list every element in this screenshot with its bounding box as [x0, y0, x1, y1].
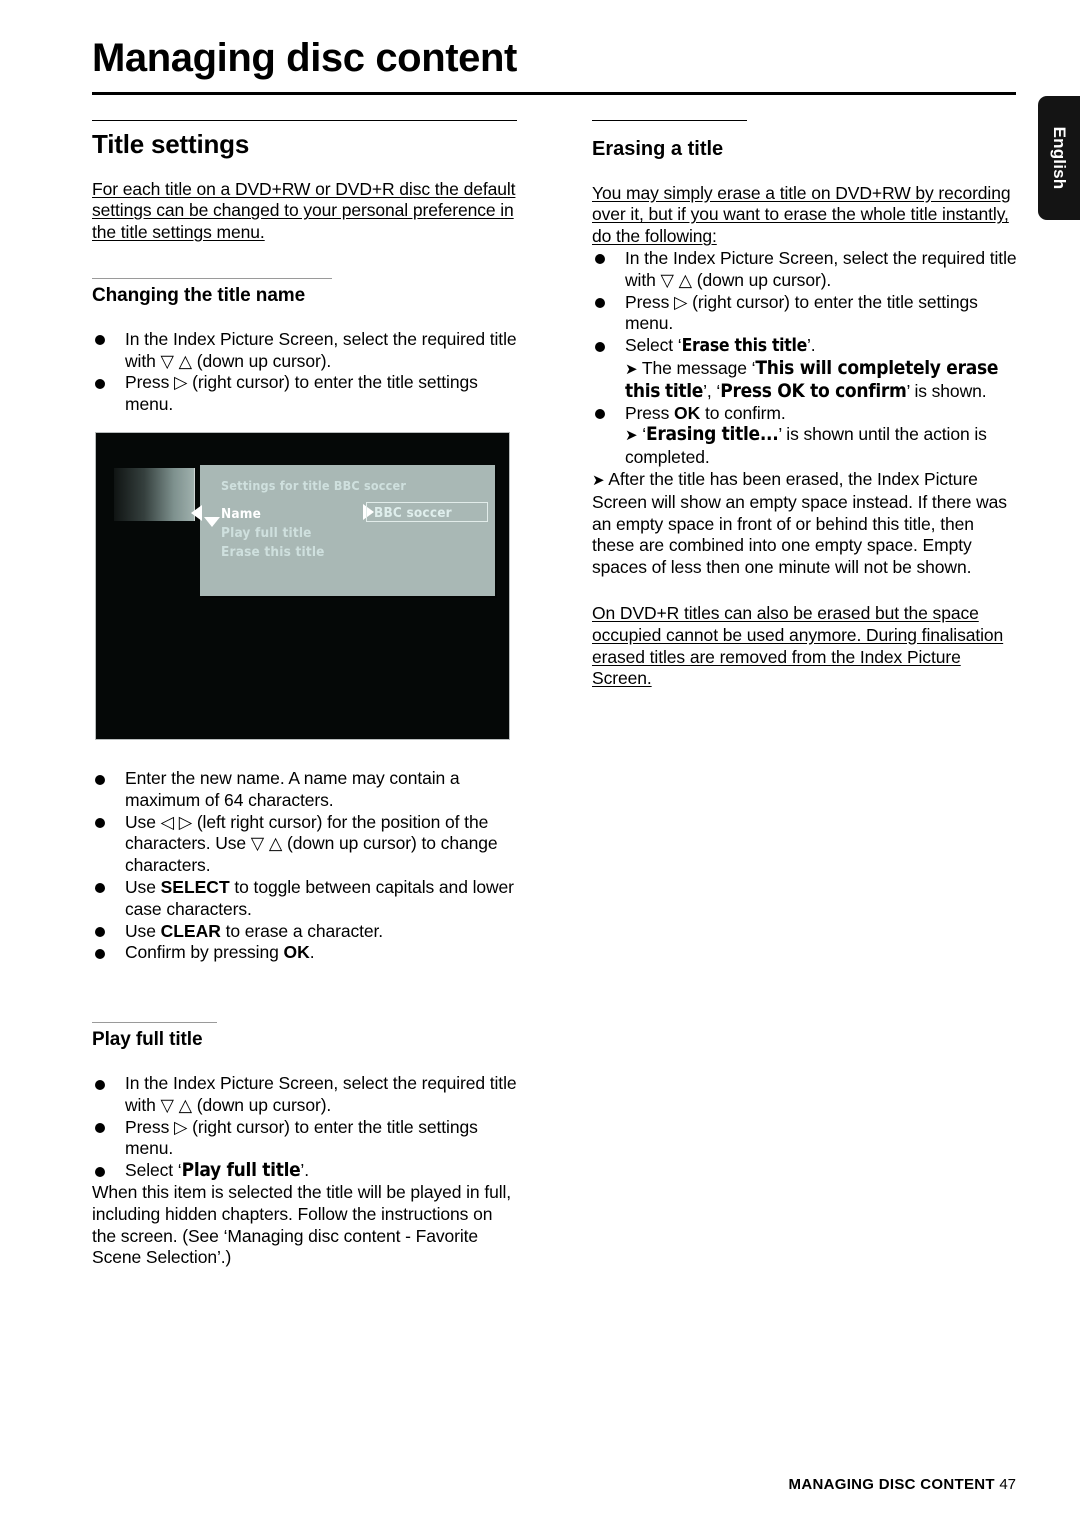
changing-name-rule — [92, 277, 332, 279]
manual-page: English Managing disc content Title sett… — [0, 0, 1080, 1528]
title-settings-menu-panel: Settings for title BBC soccer Name Play … — [191, 465, 495, 596]
title-settings-intro: For each title on a DVD+RW or DVD+R disc… — [92, 178, 516, 243]
menu-item-play-full-title[interactable]: Play full title — [221, 525, 312, 541]
osd-play-full-title: Play full title — [181, 1159, 301, 1182]
key-select: SELECT — [160, 876, 230, 897]
language-tab-label: English — [1050, 126, 1069, 190]
title-rule — [92, 92, 1016, 95]
erasing-closing: On DVD+R titles can also be erased but t… — [592, 602, 1004, 689]
result-arrow-icon: ➤ — [625, 360, 638, 378]
result-arrow-icon: ➤ — [625, 427, 638, 445]
osd-erasing-title: Erasing title... — [646, 423, 779, 446]
footer-page-number: 47 — [999, 1476, 1016, 1493]
key-ok-confirm: OK — [674, 402, 701, 423]
list-item: Select ‘Play full title’. — [92, 1159, 517, 1182]
footer: MANAGING DISC CONTENT 47 — [789, 1476, 1016, 1493]
erasing-steps: In the Index Picture Screen, select the … — [592, 248, 1017, 579]
list-item: In the Index Picture Screen, select the … — [92, 1073, 517, 1117]
list-item: Use ◁ ▷ (left right cursor) for the posi… — [92, 812, 517, 877]
list-item: Use CLEAR to erase a character. — [92, 921, 517, 943]
heading-changing-title-name: Changing the title name — [92, 284, 306, 306]
right-column: Erasing a title You may simply erase a t… — [592, 120, 1017, 690]
result-message-1: ➤ The message ‘This will completely eras… — [625, 356, 999, 402]
name-editing-steps: Enter the new name. A name may contain a… — [92, 768, 517, 964]
heading-play-full-title: Play full title — [92, 1029, 203, 1051]
play-full-title-closing: When this item is selected the title wil… — [92, 1182, 512, 1268]
down-arrow-icon — [204, 517, 220, 527]
list-item: Confirm by pressing OK. — [92, 942, 517, 964]
list-item: Press ▷ (right cursor) to enter the titl… — [592, 292, 1017, 336]
result-arrow-icon: ➤ — [592, 471, 605, 489]
left-section-rule — [92, 120, 517, 121]
list-item: Press ▷ (right cursor) to enter the titl… — [92, 372, 517, 416]
result-message-3-text: After the title has been erased, the Ind… — [592, 468, 1007, 578]
tv-screenshot: Settings for title BBC soccer Name Play … — [95, 432, 510, 740]
list-item: Use SELECT to toggle between capitals an… — [92, 877, 517, 921]
play-full-title-rule — [92, 1022, 217, 1024]
result-message-3: ➤ After the title has been erased, the I… — [592, 469, 1017, 579]
right-section-rule — [592, 120, 747, 121]
list-item: In the Index Picture Screen, select the … — [92, 329, 517, 373]
key-clear: CLEAR — [160, 920, 221, 941]
title-name-value-field[interactable]: BBC soccer — [366, 502, 488, 522]
title-name-value: BBC soccer — [374, 505, 452, 521]
osd-msg-line2: title — [664, 379, 704, 402]
key-ok: OK — [283, 942, 310, 963]
list-item: Press OK to confirm. — [592, 403, 1017, 425]
menu-item-name[interactable]: Name — [221, 506, 261, 522]
heading-erasing-a-title: Erasing a title — [592, 137, 724, 160]
play-full-title-steps: In the Index Picture Screen, select the … — [92, 1073, 517, 1182]
title-thumbnail — [114, 468, 195, 521]
heading-title-settings: Title settings — [92, 129, 250, 159]
changing-name-steps: In the Index Picture Screen, select the … — [92, 329, 517, 416]
list-item: Select ‘Erase this title’. — [592, 335, 1017, 358]
osd-msg-line3: Press OK to confirm — [720, 379, 907, 402]
language-tab: English — [1038, 96, 1080, 220]
list-item: Enter the new name. A name may contain a… — [92, 768, 517, 812]
erasing-intro: You may simply erase a title on DVD+RW b… — [592, 182, 1011, 247]
left-arrow-icon — [191, 505, 202, 521]
menu-heading: Settings for title BBC soccer — [221, 478, 407, 493]
osd-erase-this-title: Erase this title — [681, 336, 808, 357]
left-column-lower: Enter the new name. A name may contain a… — [92, 768, 517, 1269]
page-title: Managing disc content — [92, 36, 517, 80]
left-column: Title settings For each title on a DVD+R… — [92, 120, 517, 416]
list-item: Press ▷ (right cursor) to enter the titl… — [92, 1117, 517, 1161]
result-message-2: ➤ ‘Erasing title...’ is shown until the … — [625, 423, 987, 468]
menu-item-erase-this-title[interactable]: Erase this title — [221, 544, 325, 560]
footer-section-label: MANAGING DISC CONTENT — [788, 1476, 995, 1493]
list-item: In the Index Picture Screen, select the … — [592, 248, 1017, 292]
